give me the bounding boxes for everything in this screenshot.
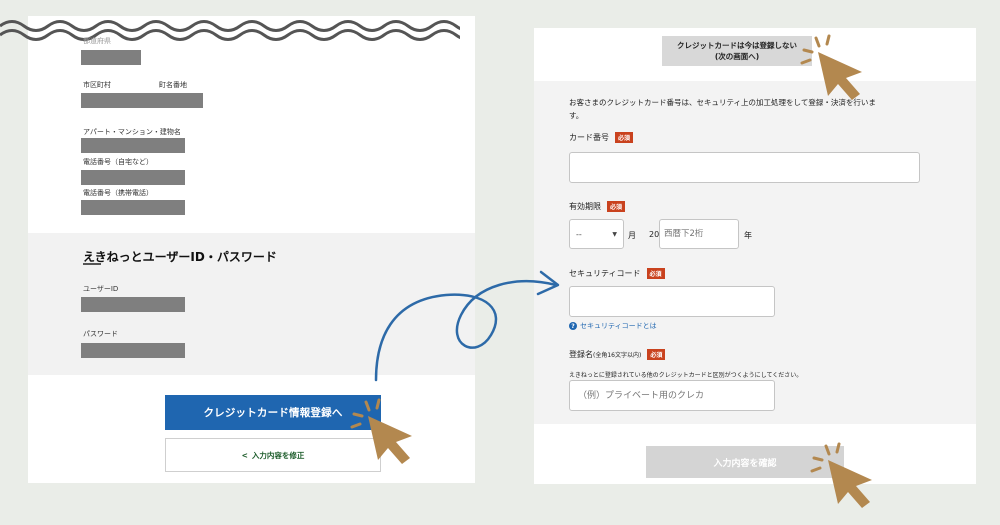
user-id-label: ユーザーID bbox=[83, 285, 119, 293]
card-number-input[interactable] bbox=[569, 152, 920, 183]
registration-name-help: えきねっとに登録されている他のクレジットカードと区別がつくようにしてください。 bbox=[569, 372, 803, 379]
building-value bbox=[81, 138, 185, 153]
edit-input-label: 入力内容を修正 bbox=[251, 450, 305, 460]
required-badge: 必須 bbox=[615, 132, 634, 143]
city-label: 市区町村 bbox=[83, 81, 111, 89]
security-code-label: セキュリティコード bbox=[569, 269, 641, 278]
chevron-left-icon: < bbox=[241, 450, 248, 460]
pointing-hand-icon bbox=[350, 398, 412, 464]
address-value bbox=[81, 93, 203, 108]
title-underline bbox=[83, 263, 101, 265]
curved-arrow-icon bbox=[374, 270, 560, 382]
security-code-help-link[interactable]: ? セキュリティコードとは bbox=[569, 321, 657, 331]
registration-name-input[interactable] bbox=[569, 380, 775, 411]
prefecture-value bbox=[81, 50, 141, 65]
year-suffix: 年 bbox=[744, 231, 752, 240]
building-label: アパート・マンション・建物名 bbox=[83, 128, 181, 136]
prefecture-label: 都道府県 bbox=[83, 37, 111, 45]
security-code-label-row: セキュリティコード 必須 bbox=[569, 268, 665, 279]
year-prefix: 20 bbox=[649, 230, 660, 239]
registration-name-label: 登録名 bbox=[569, 350, 593, 359]
registration-name-label-row: 登録名(全角16文字以内) 必須 bbox=[569, 349, 666, 360]
pointing-hand-icon bbox=[810, 442, 872, 508]
card-number-label: カード番号 bbox=[569, 133, 609, 142]
required-badge: 必須 bbox=[646, 268, 665, 279]
card-number-label-row: カード番号 必須 bbox=[569, 132, 634, 143]
skip-card-registration-button[interactable]: クレジットカードは今は登録しない (次の画面へ) bbox=[662, 36, 812, 66]
security-code-input[interactable] bbox=[569, 286, 775, 317]
expiry-year-input[interactable] bbox=[659, 219, 739, 249]
phone-home-label: 電話番号（自宅など） bbox=[83, 158, 153, 166]
user-id-value bbox=[81, 297, 185, 312]
expiry-month-select[interactable]: -- ▼ bbox=[569, 219, 624, 249]
skip-button-line1: クレジットカードは今は登録しない bbox=[677, 41, 797, 50]
select-caret-icon: ▼ bbox=[612, 230, 617, 238]
right-form-panel: クレジットカードは今は登録しない (次の画面へ) お客さまのクレジットカード番号… bbox=[534, 28, 976, 484]
security-help-text: セキュリティコードとは bbox=[580, 322, 657, 330]
month-select-value: -- bbox=[576, 229, 582, 239]
phone-mobile-value bbox=[81, 200, 185, 215]
phone-home-value bbox=[81, 170, 185, 185]
password-value bbox=[81, 343, 185, 358]
required-badge: 必須 bbox=[607, 201, 626, 212]
question-circle-icon: ? bbox=[569, 322, 577, 330]
registration-name-note: (全角16文字以内) bbox=[593, 352, 642, 359]
intro-text-line2: す。 bbox=[569, 111, 584, 120]
month-suffix: 月 bbox=[628, 231, 636, 240]
password-label: パスワード bbox=[83, 330, 118, 338]
account-section-title: えきねっとユーザーID・パスワード bbox=[83, 250, 277, 264]
town-label: 町名番地 bbox=[159, 81, 187, 89]
expiry-label-row: 有効期限 必須 bbox=[569, 201, 626, 212]
wavy-cut-icon bbox=[0, 20, 460, 41]
pointing-hand-icon bbox=[800, 34, 862, 100]
required-badge: 必須 bbox=[647, 349, 666, 360]
phone-mobile-label: 電話番号（携帯電話） bbox=[83, 189, 153, 197]
expiry-label: 有効期限 bbox=[569, 202, 601, 211]
skip-button-line2: (次の画面へ) bbox=[714, 52, 760, 61]
